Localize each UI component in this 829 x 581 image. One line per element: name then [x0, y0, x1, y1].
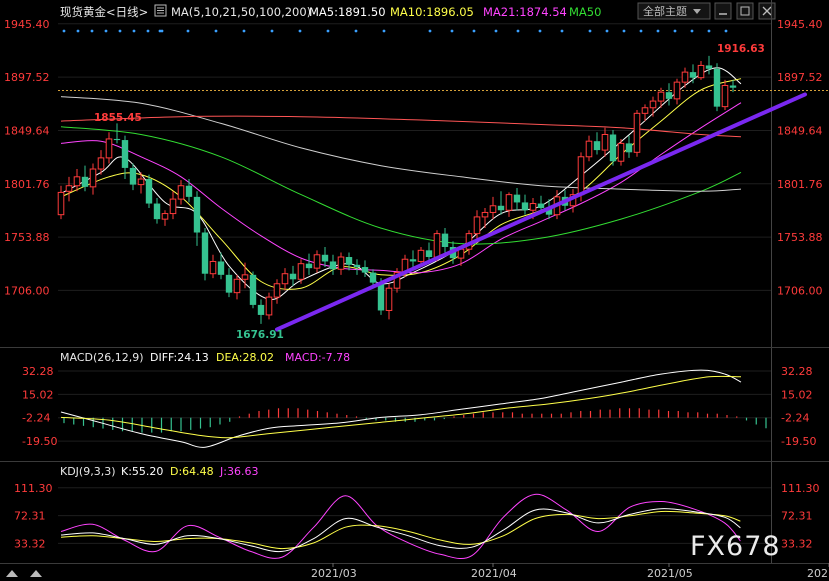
price-tick-right: 1706.00 — [777, 284, 823, 297]
price-tick-right: 1945.40 — [777, 18, 823, 31]
macd-dea-legend: DEA:28.02 — [216, 351, 274, 364]
event-dot — [639, 29, 643, 33]
event-dot — [673, 29, 677, 33]
price-tick-left: 1945.40 — [4, 18, 50, 31]
price-tick-right: 1849.64 — [777, 124, 823, 137]
chart-root: 现货黄金 <日线> MA(5,10,21,50,100,200) MA5:189… — [0, 0, 829, 581]
event-dot — [450, 29, 454, 33]
event-dot — [472, 29, 476, 33]
kdj-tick-left: 33.32 — [14, 537, 46, 550]
kdj-tick-right: 72.31 — [781, 510, 813, 523]
kdj-tick-left: 111.30 — [14, 482, 53, 495]
event-dot — [90, 29, 94, 33]
price-tick-right: 1801.76 — [777, 178, 823, 191]
x-tick-label: 2021/05 — [647, 567, 693, 580]
event-dot — [132, 29, 136, 33]
candle — [617, 138, 625, 166]
theme-dropdown[interactable]: 全部主题 — [637, 2, 711, 20]
watermark-logo: FX678 — [690, 531, 781, 562]
price-tick-left: 1897.52 — [4, 71, 50, 84]
event-dot — [158, 29, 162, 33]
event-dot — [516, 29, 520, 33]
event-dot — [690, 29, 694, 33]
candle — [145, 174, 153, 209]
macd-tick-left: 15.02 — [22, 388, 54, 401]
ma50-legend: MA50 — [569, 5, 601, 19]
macd-tick-left: 32.28 — [22, 365, 54, 378]
macd-tick-right: -19.50 — [781, 435, 816, 448]
close-button[interactable] — [758, 2, 776, 20]
period-selector[interactable]: <日线> — [106, 5, 148, 19]
event-dot — [354, 29, 358, 33]
price-tick-left: 1849.64 — [4, 124, 50, 137]
macd-diff-legend: DIFF:24.13 — [150, 351, 209, 364]
kdj-k-legend: K:55.20 — [121, 465, 163, 478]
minimize-button[interactable] — [714, 2, 732, 20]
event-dot — [326, 29, 330, 33]
ma21-legend: MA21:1874.54 — [483, 5, 567, 19]
event-dot — [656, 29, 660, 33]
price-tick-left: 1753.88 — [4, 231, 50, 244]
event-dot — [560, 29, 564, 33]
x-tick-label: 2021/04 — [471, 567, 517, 580]
event-dot — [146, 29, 150, 33]
ma10-legend: MA10:1896.05 — [390, 5, 474, 19]
event-dot — [494, 29, 498, 33]
instrument-title: 现货黄金 — [60, 5, 106, 19]
event-dot — [214, 29, 218, 33]
macd-value-legend: MACD:-7.78 — [285, 351, 350, 364]
event-dot — [118, 29, 122, 33]
ma5-legend: MA5:1891.50 — [309, 5, 386, 19]
event-dot — [605, 29, 609, 33]
event-dot — [270, 29, 274, 33]
candle — [249, 271, 257, 309]
price-tick-right: 1897.52 — [777, 71, 823, 84]
maximize-button[interactable] — [736, 2, 754, 20]
event-dot — [298, 29, 302, 33]
price-tick-left: 1706.00 — [4, 284, 50, 297]
event-dot — [382, 29, 386, 33]
candle — [201, 228, 209, 281]
candle — [713, 63, 721, 112]
event-dot — [62, 29, 66, 33]
theme-dropdown-label: 全部主题 — [643, 4, 687, 18]
high-label: 1916.63 — [717, 43, 765, 55]
price-tick-right: 1753.88 — [777, 231, 823, 244]
kdj-params: KDJ(9,3,3) — [60, 465, 116, 478]
macd-tick-left: -2.24 — [22, 412, 50, 425]
event-dot — [104, 29, 108, 33]
kdj-j-legend: J:36.63 — [219, 465, 258, 478]
macd-tick-left: -19.50 — [22, 435, 57, 448]
macd-params: MACD(26,12,9) — [60, 351, 144, 364]
macd-tick-right: -2.24 — [781, 412, 809, 425]
macd-tick-right: 15.02 — [781, 388, 813, 401]
kdj-tick-left: 72.31 — [14, 510, 46, 523]
event-dot — [588, 29, 592, 33]
event-dot — [428, 29, 432, 33]
candle — [633, 109, 641, 157]
event-dot — [622, 29, 626, 33]
low-label: 1676.91 — [236, 329, 284, 341]
macd-tick-right: 32.28 — [781, 365, 813, 378]
candle — [265, 292, 273, 320]
event-dot — [76, 29, 80, 33]
ma-params: MA(5,10,21,50,100,200) — [171, 5, 311, 19]
kdj-d-legend: D:64.48 — [170, 465, 214, 478]
event-dot — [724, 29, 728, 33]
x-tick-label: 2021/03 — [311, 567, 357, 580]
kdj-tick-right: 33.32 — [781, 537, 813, 550]
event-dot — [707, 29, 711, 33]
event-dot — [242, 29, 246, 33]
event-dot — [538, 29, 542, 33]
swing-high-label: 1855.45 — [94, 112, 142, 124]
kdj-tick-right: 111.30 — [781, 482, 820, 495]
event-dot — [186, 29, 190, 33]
candle — [609, 130, 617, 166]
price-tick-left: 1801.76 — [4, 178, 50, 191]
x-tick-label: 2021/06 — [807, 567, 829, 580]
